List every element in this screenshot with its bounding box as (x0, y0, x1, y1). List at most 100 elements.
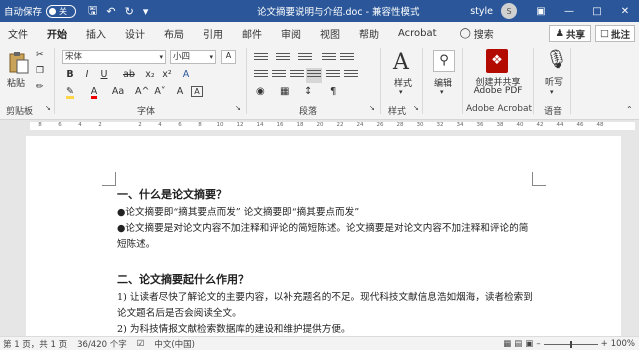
tab-home[interactable]: 开始 (45, 26, 69, 46)
tab-acrobat[interactable]: Acrobat (398, 28, 437, 39)
horizontal-ruler[interactable]: 8 6 4 2 2 4 6 8 10 12 14 16 18 20 22 24 26 28 30 32 34 36 38 40… (0, 120, 639, 132)
web-layout-icon[interactable]: ▣ (525, 339, 533, 349)
change-case-button[interactable]: Aa (110, 86, 126, 97)
subscript-button[interactable]: x₂ (143, 69, 157, 80)
tab-file[interactable]: 文件 (8, 26, 28, 41)
search-box[interactable]: ◯ 搜索 (460, 26, 494, 41)
justify-icon[interactable] (306, 68, 322, 83)
highlighter-icon: ✎ (66, 86, 74, 99)
tab-layout[interactable]: 布局 (164, 26, 184, 41)
show-marks-icon[interactable]: ¶ (330, 86, 336, 97)
maximize-button[interactable]: □ (583, 0, 611, 22)
close-button[interactable]: ✕ (611, 0, 639, 22)
text-effects-button[interactable]: A (180, 69, 192, 80)
distributed-icon[interactable] (326, 70, 340, 81)
save-icon[interactable]: 🖫 (88, 2, 97, 21)
read-mode-icon[interactable]: ▦ (503, 339, 511, 349)
styles-launcher-icon[interactable]: ↘ (413, 104, 419, 112)
zoom-level[interactable]: 100% (611, 339, 635, 349)
adobe-pdf-icon[interactable]: ❖ (486, 49, 508, 73)
acrobat-create-line2[interactable]: Adobe PDF (470, 86, 526, 96)
undo-icon[interactable]: ↶ (106, 5, 115, 18)
find-icon[interactable]: ⚲ (433, 50, 455, 72)
user-name: style (470, 5, 493, 17)
language[interactable]: 中文(中国) (154, 338, 195, 350)
bold-button[interactable]: B (64, 69, 76, 80)
font-launcher-icon[interactable]: ↘ (235, 104, 241, 112)
page-count[interactable]: 第 1 页，共 1 页 (3, 338, 67, 350)
zoom-in-icon[interactable]: + (601, 339, 608, 349)
autosave-toggle[interactable]: 关 (46, 4, 77, 18)
underline-button[interactable]: U (98, 69, 110, 80)
tab-review[interactable]: 审阅 (281, 26, 301, 41)
microphone-icon[interactable]: 🎙 (545, 49, 568, 70)
paste-icon[interactable] (8, 50, 30, 74)
cut-icon[interactable]: ✂ (36, 50, 44, 60)
redo-icon[interactable]: ↻ (125, 5, 134, 18)
enclose-character-button[interactable]: A (191, 86, 203, 97)
multilevel-list-icon[interactable] (298, 53, 312, 64)
ruler-tick: 6 (58, 122, 62, 128)
font-color-button[interactable]: A (88, 86, 100, 99)
text-highlight-button[interactable]: ✎ (64, 86, 76, 99)
comment-button[interactable]: □ 批注 (595, 25, 635, 42)
word-count[interactable]: 36/420 个字 (77, 338, 127, 350)
print-layout-icon[interactable]: ▤ (514, 339, 522, 349)
tab-view[interactable]: 视图 (320, 26, 340, 41)
shading-icon[interactable]: ◉ (256, 86, 265, 97)
clipboard-launcher-icon[interactable]: ↘ (45, 104, 51, 112)
tab-references[interactable]: 引用 (203, 26, 223, 41)
minimize-button[interactable]: — (555, 0, 583, 22)
divider (533, 48, 534, 114)
collapse-ribbon-icon[interactable]: ⌃ (626, 105, 633, 114)
proofing-icon[interactable]: ☑ (137, 339, 145, 349)
zoom-out-icon[interactable]: – (536, 339, 540, 349)
align-center-icon[interactable] (272, 70, 286, 81)
chevron-down-icon[interactable]: ▾ (550, 88, 554, 96)
bullets-icon[interactable] (254, 53, 268, 64)
borders-icon[interactable]: ▦ (280, 86, 289, 97)
share-button[interactable]: ♟ 共享 (549, 25, 591, 42)
shrink-font-button[interactable]: A˅ (154, 86, 166, 97)
font-size-select[interactable]: 小四 ▾ (170, 50, 216, 64)
tab-design[interactable]: 设计 (125, 26, 145, 41)
line-spacing-icon[interactable] (344, 70, 358, 81)
tab-help[interactable]: 帮助 (359, 26, 379, 41)
paragraph-launcher-icon[interactable]: ↘ (369, 104, 375, 112)
increase-indent-icon[interactable] (340, 53, 354, 64)
font-name-select[interactable]: 宋体 ▾ (62, 50, 166, 64)
character-shading-button[interactable]: A (174, 86, 186, 97)
align-left-icon[interactable] (254, 70, 268, 81)
styles-icon[interactable]: A (393, 50, 409, 75)
numbering-icon[interactable] (276, 53, 290, 64)
sort-icon[interactable]: ↕ (304, 86, 312, 97)
avatar[interactable]: S (501, 3, 517, 19)
ruler-tick: 4 (158, 122, 162, 128)
tab-mailings[interactable]: 邮件 (242, 26, 262, 41)
tab-insert[interactable]: 插入 (86, 26, 106, 41)
ribbon: 粘贴 ✂ ❐ ✏ 剪贴板 ↘ 宋体 ▾ 小四 ▾ A B I U ab x₂ x² … (0, 44, 639, 120)
format-painter-icon[interactable]: ✏ (36, 82, 44, 92)
zoom-slider[interactable] (543, 340, 598, 348)
copy-icon[interactable]: ❐ (36, 66, 44, 76)
grow-font-button[interactable]: A^ (135, 86, 149, 97)
ruler-tick: 14 (256, 122, 264, 128)
chevron-down-icon[interactable]: ▾ (440, 88, 444, 96)
strikethrough-button[interactable]: ab (121, 69, 137, 80)
font-settings-icon[interactable]: A (221, 50, 236, 64)
chevron-down-icon[interactable]: ▾ (399, 88, 403, 96)
customize-toolbar-icon[interactable]: ▾ (143, 5, 149, 18)
font-size-value: 小四 (173, 52, 191, 62)
align-right-icon[interactable] (290, 70, 304, 81)
paste-label[interactable]: 粘贴 (7, 76, 25, 89)
dictate-label[interactable]: 听写 (545, 75, 563, 88)
decrease-indent-icon[interactable] (322, 53, 336, 64)
document-body[interactable]: 一、什么是论文摘要？ ●论文摘要即“摘其要点而发” 论文摘要即“摘其要点而发” … (117, 186, 537, 338)
ruler-tick: 38 (496, 122, 504, 128)
italic-button[interactable]: I (81, 69, 93, 80)
styles-label[interactable]: 样式 (394, 76, 412, 89)
ruler-tick (110, 122, 130, 130)
vertical-ruler[interactable] (0, 132, 12, 336)
ribbon-display-icon[interactable]: ▣ (527, 0, 555, 22)
superscript-button[interactable]: x² (160, 69, 174, 80)
